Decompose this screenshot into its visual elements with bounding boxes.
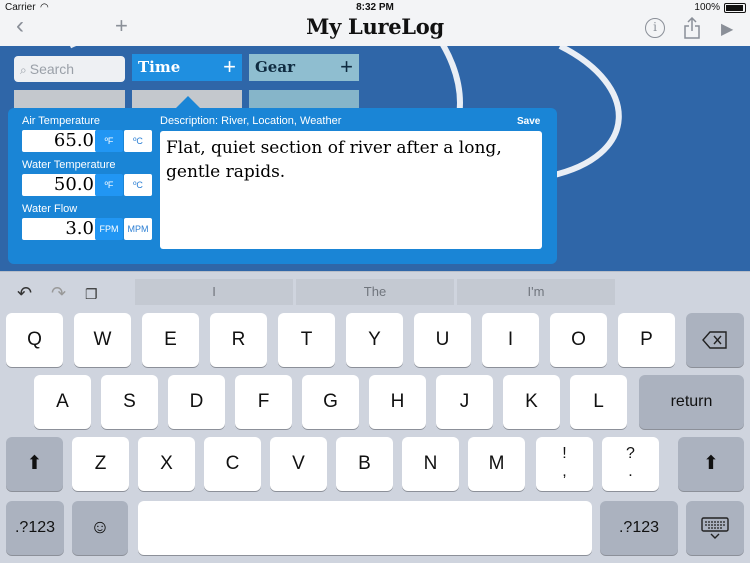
- key-b[interactable]: B: [336, 437, 393, 491]
- numbers-right-key[interactable]: .?123: [600, 501, 678, 555]
- key-y[interactable]: Y: [346, 313, 403, 367]
- key-c[interactable]: C: [204, 437, 261, 491]
- key-d[interactable]: D: [168, 375, 225, 429]
- search-icon: ⌕: [20, 63, 27, 77]
- key-v[interactable]: V: [270, 437, 327, 491]
- air-unit-c-button[interactable]: ºC: [124, 130, 152, 152]
- shift-icon: ⬆: [703, 453, 719, 474]
- battery-icon: [724, 3, 746, 13]
- battery-percent: 100%: [694, 2, 720, 13]
- key-a[interactable]: A: [34, 375, 91, 429]
- keyboard-dismiss-icon: [701, 517, 729, 539]
- share-icon[interactable]: [684, 16, 700, 43]
- flow-unit-mpm-button[interactable]: MPM: [124, 218, 152, 240]
- water-temperature-label: Water Temperature: [22, 159, 116, 171]
- key-o[interactable]: O: [550, 313, 607, 367]
- flow-unit-fpm-button[interactable]: FPM: [95, 218, 123, 240]
- save-button[interactable]: Save: [517, 116, 540, 127]
- search-placeholder: Search: [29, 61, 75, 77]
- navigation-bar: Carrier ◠ 8:32 PM 100% ‹ + My LureLog i …: [0, 0, 750, 46]
- add-time-icon[interactable]: +: [223, 54, 236, 80]
- info-icon[interactable]: i: [645, 18, 665, 38]
- paste-icon[interactable]: ❐: [85, 286, 98, 303]
- key-k[interactable]: K: [503, 375, 560, 429]
- suggestion-1[interactable]: I: [135, 279, 293, 305]
- key-j[interactable]: J: [436, 375, 493, 429]
- suggestion-3[interactable]: I'm: [457, 279, 615, 305]
- key-z[interactable]: Z: [72, 437, 129, 491]
- dismiss-keyboard-key[interactable]: [686, 501, 744, 555]
- popover-arrow: [176, 96, 200, 108]
- key-l[interactable]: L: [570, 375, 627, 429]
- key-s[interactable]: S: [101, 375, 158, 429]
- water-unit-f-button[interactable]: ºF: [95, 174, 123, 196]
- description-label: Description: River, Location, Weather: [160, 115, 342, 127]
- key-r[interactable]: R: [210, 313, 267, 367]
- key-n[interactable]: N: [402, 437, 459, 491]
- key-u[interactable]: U: [414, 313, 471, 367]
- play-icon[interactable]: ▶: [721, 20, 733, 40]
- space-key[interactable]: [138, 501, 592, 555]
- numbers-left-key[interactable]: .?123: [6, 501, 64, 555]
- air-temperature-field[interactable]: 65.0: [22, 130, 97, 152]
- key-q[interactable]: Q: [6, 313, 63, 367]
- conditions-popover: Air Temperature 65.0 ºF ºC Water Tempera…: [8, 108, 557, 264]
- key-h[interactable]: H: [369, 375, 426, 429]
- air-unit-f-button[interactable]: ºF: [95, 130, 123, 152]
- water-temperature-field[interactable]: 50.0: [22, 174, 97, 196]
- key-m[interactable]: M: [468, 437, 525, 491]
- key-f[interactable]: F: [235, 375, 292, 429]
- key-e[interactable]: E: [142, 313, 199, 367]
- key-exclaim-comma[interactable]: ! ,: [536, 437, 593, 491]
- emoji-key[interactable]: ☺: [72, 501, 128, 555]
- add-gear-icon[interactable]: +: [340, 54, 353, 80]
- air-temperature-label: Air Temperature: [22, 115, 101, 127]
- redo-icon[interactable]: ↷: [51, 283, 66, 304]
- key-w[interactable]: W: [74, 313, 131, 367]
- tab-time-label: Time: [138, 58, 181, 76]
- description-textarea[interactable]: Flat, quiet section of river after a lon…: [160, 131, 542, 249]
- onscreen-keyboard: ↶ ↷ ❐ I The I'm Q W E R T Y U I O P A S …: [0, 271, 750, 563]
- tab-time[interactable]: Time +: [132, 54, 242, 81]
- water-unit-c-button[interactable]: ºC: [124, 174, 152, 196]
- undo-icon[interactable]: ↶: [17, 283, 32, 304]
- water-flow-label: Water Flow: [22, 203, 78, 215]
- page-title: My LureLog: [306, 14, 444, 39]
- backspace-icon: [702, 331, 727, 349]
- shift-icon: ⬆: [26, 453, 43, 474]
- list-item[interactable]: [14, 90, 125, 110]
- key-question-period[interactable]: ? .: [602, 437, 659, 491]
- water-flow-field[interactable]: 3.0: [22, 218, 97, 240]
- key-p[interactable]: P: [618, 313, 675, 367]
- suggestion-2[interactable]: The: [296, 279, 454, 305]
- backspace-key[interactable]: [686, 313, 744, 367]
- list-item[interactable]: [249, 90, 359, 110]
- search-input[interactable]: ⌕ Search: [14, 56, 125, 82]
- key-t[interactable]: T: [278, 313, 335, 367]
- emoji-icon: ☺: [90, 517, 110, 538]
- return-key[interactable]: return: [639, 375, 744, 429]
- key-x[interactable]: X: [138, 437, 195, 491]
- shift-left-key[interactable]: ⬆: [6, 437, 63, 491]
- status-time: 8:32 PM: [356, 2, 394, 13]
- tab-gear[interactable]: Gear +: [249, 54, 359, 81]
- shift-right-key[interactable]: ⬆: [678, 437, 744, 491]
- tab-gear-label: Gear: [255, 58, 295, 76]
- key-g[interactable]: G: [302, 375, 359, 429]
- key-i[interactable]: I: [482, 313, 539, 367]
